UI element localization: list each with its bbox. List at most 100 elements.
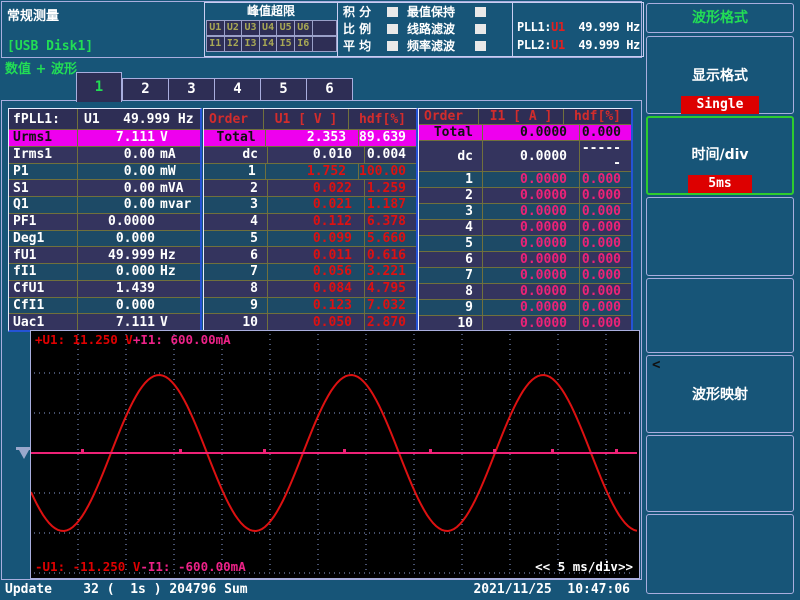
display-format-button[interactable]: 显示格式 Single	[646, 36, 794, 114]
measure-value: 1.439	[78, 281, 155, 296]
line-filter-indicator	[475, 24, 486, 34]
measure-unit: Hz	[155, 248, 200, 263]
channel-indicator-u2: U2	[225, 20, 243, 36]
tab-4[interactable]: 4	[214, 78, 261, 101]
harmonic-order: Total	[204, 130, 266, 146]
channel-indicator-u5: U5	[277, 20, 295, 36]
harmonic-order: dc	[204, 147, 268, 163]
peak-over-limit-panel: 峰值超限 U1U2U3U4U5U6 I1I2I3I4I5I6	[204, 2, 338, 57]
harmonic-value: 0.010	[268, 147, 365, 163]
harmonic-order: dc	[419, 141, 483, 171]
harmonic-value: 0.0000	[483, 252, 580, 267]
mode-indicator-panel: 积 分 最值保持 比 例 线路滤波 平 均 频率滤波	[337, 2, 513, 57]
waveform-bottom-scale-label: -U1: -11.250 V-I1: -600.00mA	[35, 559, 246, 574]
harmonic-value: 0.0000	[483, 204, 580, 219]
harmonic-table-u1: Order U1 [ V ] hdf[%] Total2.35389.639dc…	[203, 108, 418, 332]
averaging-indicator	[387, 41, 398, 51]
table-row: 50.0995.660	[204, 230, 416, 247]
table-row[interactable]: S10.00mVA	[9, 179, 200, 196]
waveform-top-scale-label: +U1: 11.250 V+I1: 600.00mA	[35, 332, 231, 347]
harmonic-value: 0.0000	[483, 125, 580, 140]
peak-over-limit-title: 峰值超限	[205, 3, 337, 20]
table-row[interactable]: P10.00mW	[9, 163, 200, 180]
table-row: 90.00000.000	[419, 299, 631, 315]
measure-value: 0.000	[78, 264, 155, 279]
table-row[interactable]: Uac17.111V	[9, 313, 200, 330]
menu-title: 波形格式	[647, 4, 793, 32]
tab-2[interactable]: 2	[122, 78, 169, 101]
wave-mapping-button[interactable]: < 波形映射	[646, 355, 794, 433]
measure-name: fU1	[9, 247, 78, 263]
softkey-blank-4[interactable]	[646, 514, 794, 594]
harmonic-hdf: 0.000	[580, 268, 631, 283]
i1-column-header: I1 [ A ]	[479, 109, 564, 124]
harmonic-hdf: 1.259	[365, 181, 416, 196]
measure-name: fI1	[9, 264, 78, 280]
harmonic-value: 0.056	[268, 264, 365, 280]
freq-filter-label: 频率滤波	[407, 37, 473, 54]
table-row: 40.1126.378	[204, 213, 416, 230]
table-row: 80.0844.795	[204, 280, 416, 297]
table-row[interactable]: Urms17.111V	[9, 129, 200, 146]
harmonic-hdf: 0.000	[580, 300, 631, 315]
harmonic-value: 0.022	[268, 180, 365, 196]
fpll-value: U1 49.999 Hz	[78, 112, 194, 127]
harmonic-hdf: 6.378	[365, 214, 416, 229]
table-row[interactable]: Q10.00mvar	[9, 196, 200, 213]
max-hold-indicator	[475, 7, 486, 17]
channel-indicator-i1: I1	[206, 36, 225, 52]
softkey-blank-1[interactable]	[646, 197, 794, 276]
channel-indicator-u1: U1	[206, 20, 225, 36]
harmonic-value: 1.752	[266, 164, 359, 180]
tab-5[interactable]: 5	[260, 78, 307, 101]
table-row: dc0.0000------	[419, 140, 631, 171]
waveform-svg	[31, 331, 637, 576]
tab-6[interactable]: 6	[306, 78, 353, 101]
header-bar: 常规测量 [USB Disk1] 峰值超限 U1U2U3U4U5U6 I1I2I…	[1, 1, 642, 58]
table-row[interactable]: CfU11.439	[9, 280, 200, 297]
channel-indicator-u4: U4	[260, 20, 278, 36]
tab-3[interactable]: 3	[168, 78, 215, 101]
table-row[interactable]: PF10.0000	[9, 213, 200, 230]
measure-unit: mvar	[155, 197, 200, 212]
harmonic-order: 3	[419, 204, 483, 219]
channel-indicator-i2: I2	[225, 36, 243, 52]
harmonic-order: 7	[419, 268, 483, 283]
softkey-blank-2[interactable]	[646, 278, 794, 353]
table-row[interactable]: fU149.999Hz	[9, 246, 200, 263]
harmonic-hdf: 0.000	[580, 172, 631, 187]
measure-name: S1	[9, 180, 78, 196]
harmonic-order: 7	[204, 264, 268, 280]
display-format-label: 显示格式	[647, 65, 793, 85]
harmonic-value: 0.0000	[483, 188, 580, 203]
table-row: 60.00000.000	[419, 251, 631, 267]
harmonic-hdf: ------	[580, 141, 631, 171]
pll2-readout: PLL2:U1 49.999 Hz	[517, 38, 640, 52]
harmonic-order: 9	[204, 298, 268, 314]
harmonic-value: 0.0000	[483, 141, 580, 171]
table-row: 70.0563.221	[204, 263, 416, 280]
table-row: 50.00000.000	[419, 235, 631, 251]
table-row[interactable]: Irms10.00mA	[9, 146, 200, 163]
order-column-header: Order	[419, 109, 479, 124]
harmonic-order: 8	[204, 281, 268, 297]
measure-name: Irms1	[9, 147, 78, 163]
table-row[interactable]: fI10.000Hz	[9, 263, 200, 280]
table-row: 70.00000.000	[419, 267, 631, 283]
softkey-blank-3[interactable]	[646, 435, 794, 512]
harmonic-hdf: 4.795	[365, 281, 416, 296]
harmonic-order: 1	[204, 164, 266, 180]
table-row: Total2.35389.639	[204, 129, 416, 146]
harmonic-value: 0.0000	[483, 284, 580, 299]
measure-name: Q1	[9, 197, 78, 213]
harmonic-value: 0.050	[268, 314, 365, 330]
time-div-button[interactable]: 时间/div 5ms	[646, 116, 794, 195]
table-row[interactable]: CfI10.000	[9, 297, 200, 314]
measure-name: Urms1	[9, 130, 78, 146]
harmonic-order: 4	[204, 214, 268, 230]
measurement-table-header: fPLL1: U1 49.999 Hz	[9, 109, 200, 129]
harmonic-order: 10	[204, 314, 268, 330]
measure-unit: V	[155, 315, 200, 330]
tab-1[interactable]: 1	[76, 72, 122, 102]
table-row[interactable]: Deg10.000	[9, 230, 200, 247]
